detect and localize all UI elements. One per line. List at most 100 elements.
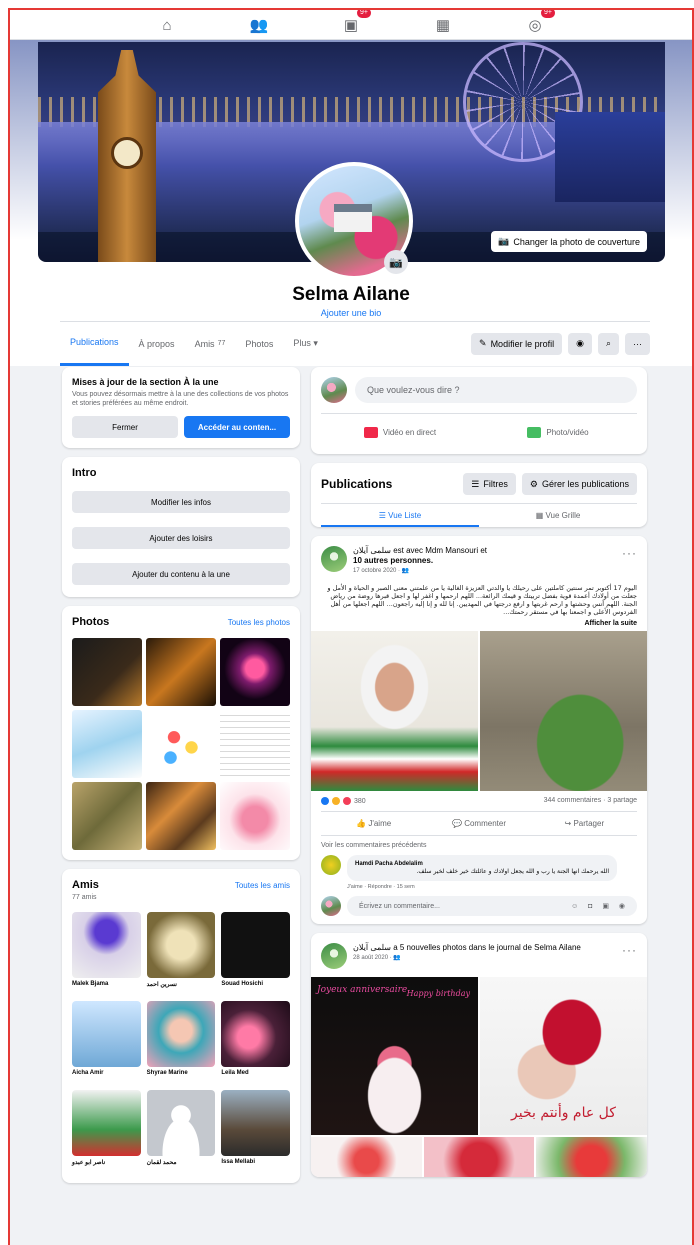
post: سلمى آيلان est avec Mdm Mansouri et 10 a… <box>311 536 647 924</box>
friend-item[interactable]: Souad Hosichi <box>221 912 290 995</box>
friends-title: Amis <box>72 879 99 891</box>
photo-thumb[interactable] <box>146 782 216 850</box>
tab-publications[interactable]: Publications <box>60 322 129 366</box>
comment-button[interactable]: 💬 Commenter <box>426 812 531 835</box>
emoji-icons[interactable]: ☺ ◘ ▣ ◉ <box>571 902 629 910</box>
change-cover-label: Changer la photo de couverture <box>513 236 640 247</box>
photo-video-button[interactable]: Photo/vidéo <box>479 420 637 444</box>
photo-thumb[interactable] <box>220 782 290 850</box>
commenter-name[interactable]: Hamdi Pacha Abdelalim <box>355 861 423 867</box>
photo-thumb[interactable] <box>72 782 142 850</box>
more-icon[interactable]: ··· <box>622 943 637 969</box>
more-icon[interactable]: ··· <box>622 546 637 576</box>
reaction-count[interactable]: 380 <box>354 798 366 805</box>
friend-item[interactable]: نسرين احمد <box>146 912 216 995</box>
post-date[interactable]: 28 août 2020 · <box>353 955 393 961</box>
groups-badge: 9+ <box>541 10 555 18</box>
tab-more[interactable]: Plus ▾ <box>283 322 328 366</box>
avatar[interactable] <box>321 546 347 572</box>
avatar[interactable] <box>321 943 347 969</box>
friend-item[interactable]: Shyrae Marine <box>146 1001 216 1084</box>
post-photo[interactable] <box>423 1137 535 1177</box>
photo-thumb[interactable] <box>146 710 216 778</box>
post-photo[interactable]: كل عام وأنتم بخير <box>480 977 647 1135</box>
avatar[interactable] <box>321 855 341 875</box>
photo-thumb[interactable] <box>220 638 290 706</box>
edit-profile-button[interactable]: ✎ Modifier le profil <box>471 332 563 355</box>
photos-grid <box>72 638 290 850</box>
friends-count-label: 77 amis <box>72 894 97 901</box>
thumbs-up-icon: 👍 <box>356 819 369 828</box>
tab-photos[interactable]: Photos <box>235 322 283 366</box>
post-date[interactable]: 17 octobre 2020 · <box>353 568 402 574</box>
edit-info-button[interactable]: Modifier les infos <box>72 491 290 513</box>
live-video-button[interactable]: Vidéo en direct <box>321 420 479 444</box>
grid-view-tab[interactable]: ▦ Vue Grille <box>479 504 637 527</box>
post-photo[interactable]: Joyeux anniversaire Happy birthday <box>311 977 478 1135</box>
share-button[interactable]: ↪ Partager <box>532 812 637 835</box>
change-cover-button[interactable]: 📷 Changer la photo de couverture <box>491 231 647 252</box>
more-icon: ··· <box>633 338 642 349</box>
tagged-others[interactable]: 10 autres personnes. <box>353 556 616 566</box>
post-stats[interactable]: 344 commentaires · 3 partage <box>544 797 637 805</box>
tab-friends[interactable]: Amis 77 <box>185 322 236 366</box>
post: سلمى آيلان a 5 nouvelles photos dans le … <box>311 933 647 1177</box>
see-more-link[interactable]: Afficher la suite <box>311 620 647 631</box>
post-photo[interactable] <box>311 631 478 791</box>
more-options-button[interactable]: ··· <box>625 332 650 355</box>
photo-thumb[interactable] <box>146 638 216 706</box>
comment-icon: 💬 <box>452 819 465 828</box>
comment-text: الله يرحمك انها الجنة يا رب و الله يجعل … <box>416 868 609 875</box>
search-button[interactable]: ⌕ <box>597 332 619 355</box>
add-hobbies-button[interactable]: Ajouter des loisirs <box>72 527 290 549</box>
watch-badge: 9+ <box>357 10 371 18</box>
post-photo[interactable] <box>480 631 647 791</box>
video-icon <box>363 426 378 438</box>
friend-item[interactable]: Aicha Amir <box>72 1001 141 1084</box>
comment-actions[interactable]: J'aime · Répondre · 15 sem <box>311 881 647 890</box>
all-photos-link[interactable]: Toutes les photos <box>228 618 290 627</box>
list-view-tab[interactable]: ☰ Vue Liste <box>321 504 479 527</box>
photo-thumb[interactable] <box>72 710 142 778</box>
manage-posts-button[interactable]: ⚙ Gérer les publications <box>521 473 637 495</box>
app-frame: ⌂ 👥 ▣ 9+ ▦ ◎ 9+ 📷 Changer la photo de couv… <box>8 8 694 1245</box>
post-photo[interactable] <box>536 1137 647 1177</box>
watch-icon[interactable]: ▣ 9+ <box>305 10 397 40</box>
camera-icon: 📷 <box>498 236 510 246</box>
access-featured-button[interactable]: Accéder au conten... <box>184 416 290 438</box>
top-navigation: ⌂ 👥 ▣ 9+ ▦ ◎ 9+ <box>10 10 692 40</box>
avatar[interactable] <box>321 377 347 403</box>
friends-grid: Malek Bjama نسرين احمد Souad Hosichi Aic… <box>72 912 290 1173</box>
add-bio-link[interactable]: Ajouter une bio <box>10 308 692 318</box>
add-featured-button[interactable]: Ajouter du contenu à la une <box>72 563 290 585</box>
friend-item[interactable]: Malek Bjama <box>72 912 141 995</box>
friend-item[interactable]: Leila Med <box>221 1001 290 1084</box>
groups-icon[interactable]: ◎ 9+ <box>489 10 581 40</box>
friends-card: Amis Toutes les amis 77 amis Malek Bjama… <box>62 869 300 1183</box>
status-input[interactable]: Que voulez-vous dire ? <box>355 377 637 403</box>
friends-icon: 👥 <box>401 568 410 574</box>
home-icon[interactable]: ⌂ <box>121 10 213 40</box>
photo-thumb[interactable] <box>220 710 290 778</box>
comment-input[interactable]: Écrivez un commentaire... ☺ ◘ ▣ ◉ <box>347 896 637 916</box>
photos-title: Photos <box>72 616 110 628</box>
all-friends-link[interactable]: Toutes les amis <box>235 881 290 890</box>
friends-icon[interactable]: 👥 <box>213 10 305 40</box>
view-as-button[interactable]: ◉ <box>568 332 592 355</box>
highlights-desc: Vous pouvez désormais mettre à la une de… <box>72 391 289 407</box>
like-button[interactable]: 👍 J'aime <box>321 812 426 835</box>
filter-button[interactable]: ☰ Filtres <box>463 473 516 495</box>
post-photo[interactable] <box>311 1137 422 1177</box>
friend-item[interactable]: ناصر ابو عبدو <box>72 1090 141 1173</box>
friend-item[interactable]: Issa Mellabi <box>221 1090 290 1173</box>
post-author[interactable]: سلمى آيلان est avec Mdm Mansouri et <box>353 546 616 556</box>
camera-icon[interactable]: 📷 <box>384 250 408 274</box>
friend-item[interactable]: محمد لقمان <box>146 1090 216 1173</box>
close-button[interactable]: Fermer <box>72 416 178 438</box>
post-author[interactable]: سلمى آيلان a 5 nouvelles photos dans le … <box>353 943 616 953</box>
tab-about[interactable]: À propos <box>129 322 185 366</box>
photo-thumb[interactable] <box>72 638 142 706</box>
like-icon <box>321 797 329 805</box>
marketplace-icon[interactable]: ▦ <box>397 10 489 40</box>
previous-comments-link[interactable]: Voir les commentaires précédents <box>311 836 647 855</box>
